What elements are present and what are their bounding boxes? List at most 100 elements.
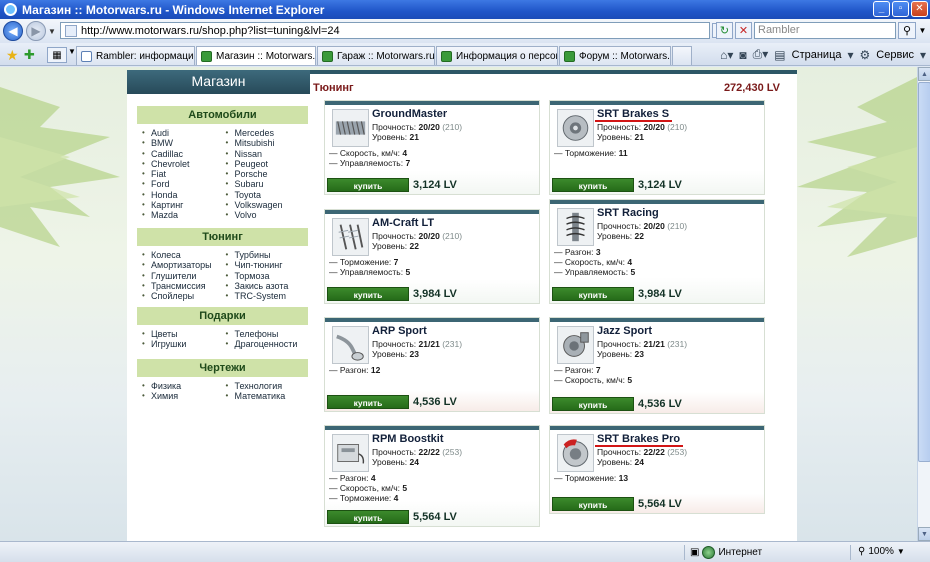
category-link[interactable]: BMW bbox=[141, 138, 225, 149]
category-link[interactable]: Chevrolet bbox=[141, 159, 225, 170]
stat-line: — Торможение: 4 bbox=[329, 493, 399, 504]
buy-button[interactable]: купить bbox=[552, 397, 634, 411]
category-link[interactable]: Toyota bbox=[225, 190, 309, 201]
product-name[interactable]: SRT Racing bbox=[597, 207, 659, 219]
vertical-scrollbar[interactable]: ▲ ▼ bbox=[917, 67, 930, 541]
category-link[interactable]: Mitsubishi bbox=[225, 138, 309, 149]
category-link[interactable]: Технология bbox=[225, 381, 309, 392]
product-name[interactable]: ARP Sport bbox=[372, 325, 427, 337]
product-card-rpm-boostkit: RPM Boostkit Прочность: 22/22 (253) Уров… bbox=[324, 425, 540, 527]
category-link[interactable]: Колеса bbox=[141, 250, 225, 261]
product-durability: Прочность: 20/20 (210) bbox=[597, 221, 688, 231]
product-name[interactable]: AM-Craft LT bbox=[372, 217, 434, 229]
zoom-dropdown-icon[interactable]: ▼ bbox=[897, 547, 905, 556]
page-menu-button[interactable]: Страница bbox=[792, 49, 842, 61]
buy-button[interactable]: купить bbox=[552, 287, 634, 301]
url-input[interactable]: http://www.motorwars.ru/shop.php?list=tu… bbox=[60, 22, 710, 39]
tab-list-dropdown-icon[interactable]: ▼ bbox=[68, 47, 76, 56]
stop-button[interactable]: ✕ bbox=[735, 22, 752, 39]
category-link[interactable]: Чип-тюнинг bbox=[225, 260, 309, 271]
product-price: 5,564 LV bbox=[413, 511, 457, 523]
tools-menu-dropdown-icon[interactable]: ▾ bbox=[920, 48, 926, 62]
product-durability: Прочность: 22/22 (253) bbox=[372, 447, 463, 457]
category-link[interactable]: Химия bbox=[141, 391, 225, 402]
tab-garage[interactable]: Гараж :: Motorwars.ru bbox=[317, 46, 435, 65]
category-link[interactable]: Глушители bbox=[141, 271, 225, 282]
maximize-button[interactable]: ▫ bbox=[892, 1, 909, 17]
refresh-button[interactable]: ↻ bbox=[716, 22, 733, 39]
buy-button[interactable]: купить bbox=[552, 178, 634, 192]
close-window-button[interactable]: ✕ bbox=[911, 1, 928, 17]
category-link[interactable]: Спойлеры bbox=[141, 291, 225, 302]
category-link[interactable]: Audi bbox=[141, 128, 225, 139]
category-link[interactable]: Закись азота bbox=[225, 281, 309, 292]
favorites-star-icon[interactable]: ★ bbox=[6, 47, 19, 64]
product-name[interactable]: SRT Brakes Pro bbox=[594, 433, 684, 447]
category-link[interactable]: Nissan bbox=[225, 149, 309, 160]
tab-forum[interactable]: Форум :: Motorwars.ru bbox=[559, 46, 671, 65]
category-link[interactable]: Трансмиссия bbox=[141, 281, 225, 292]
scroll-thumb[interactable] bbox=[918, 82, 930, 462]
category-link[interactable]: Peugeot bbox=[225, 159, 309, 170]
category-link[interactable]: Volkswagen bbox=[225, 200, 309, 211]
category-link[interactable]: Mercedes bbox=[225, 128, 309, 139]
category-link[interactable]: Физика bbox=[141, 381, 225, 392]
scroll-up-arrow-icon[interactable]: ▲ bbox=[918, 67, 930, 81]
page-menu-dropdown-icon[interactable]: ▾ bbox=[848, 48, 854, 62]
category-link[interactable]: Цветы bbox=[141, 329, 225, 340]
category-link[interactable]: Porsche bbox=[225, 169, 309, 180]
buy-button[interactable]: купить bbox=[327, 395, 409, 409]
category-link[interactable]: Volvo bbox=[225, 210, 309, 221]
category-link[interactable]: Mazda bbox=[141, 210, 225, 221]
buy-button[interactable]: купить bbox=[327, 287, 409, 301]
tools-menu-button[interactable]: Сервис bbox=[876, 49, 914, 61]
product-name[interactable]: Jazz Sport bbox=[597, 325, 652, 337]
product-stats: — Скорость, км/ч: 4 — Управляемость: 7 bbox=[329, 148, 410, 168]
buy-button[interactable]: купить bbox=[327, 510, 409, 524]
tab-character-info[interactable]: Информация о персонаж... bbox=[436, 46, 558, 65]
category-link[interactable]: Subaru bbox=[225, 179, 309, 190]
scroll-down-arrow-icon[interactable]: ▼ bbox=[918, 527, 930, 541]
category-link[interactable]: Тормоза bbox=[225, 271, 309, 282]
search-input[interactable]: Rambler bbox=[754, 22, 896, 39]
quick-tabs-icon[interactable]: ▦ bbox=[47, 47, 67, 63]
product-name[interactable]: RPM Boostkit bbox=[372, 433, 444, 445]
category-col-2: Телефоны Драгоценности bbox=[225, 329, 309, 350]
category-link[interactable]: Honda bbox=[141, 190, 225, 201]
add-favorite-icon[interactable]: ✚ bbox=[24, 47, 35, 63]
category-link[interactable]: Драгоценности bbox=[225, 339, 309, 350]
zoom-control[interactable]: ⚲ 100% ▼ bbox=[858, 546, 905, 557]
zoom-level: 100% bbox=[868, 546, 894, 557]
buy-button[interactable]: купить bbox=[552, 497, 634, 511]
category-link[interactable]: Картинг bbox=[141, 200, 225, 211]
stat-line: — Торможение: 13 bbox=[554, 473, 629, 483]
category-link[interactable]: Ford bbox=[141, 179, 225, 190]
product-level: Уровень: 21 bbox=[597, 132, 644, 142]
tab-rambler[interactable]: Rambler: информационно... bbox=[76, 46, 195, 65]
search-dropdown-icon[interactable]: ▼ bbox=[917, 22, 928, 39]
category-link[interactable]: Турбины bbox=[225, 250, 309, 261]
print-icon[interactable]: ⎙▾ bbox=[753, 47, 769, 62]
category-link[interactable]: Телефоны bbox=[225, 329, 309, 340]
buy-button[interactable]: купить bbox=[327, 178, 409, 192]
category-col-1: Колеса Амортизаторы Глушители Трансмисси… bbox=[141, 250, 225, 302]
tab-shop[interactable]: Магазин :: Motorwars.ru ✕ bbox=[196, 46, 316, 65]
home-icon[interactable]: ⌂▾ bbox=[720, 48, 733, 62]
category-link[interactable]: TRC-System bbox=[225, 291, 309, 302]
status-icons: ▣ Интернет bbox=[690, 546, 762, 559]
minimize-button[interactable]: _ bbox=[873, 1, 890, 17]
new-tab-button[interactable] bbox=[672, 46, 692, 65]
security-zone[interactable]: Интернет bbox=[718, 547, 762, 558]
category-link[interactable]: Fiat bbox=[141, 169, 225, 180]
product-name[interactable]: SRT Brakes S bbox=[594, 108, 673, 122]
product-name[interactable]: GroundMaster bbox=[372, 108, 447, 120]
search-button[interactable]: ⚲ bbox=[898, 22, 916, 39]
feeds-icon[interactable]: ◙ bbox=[739, 48, 746, 62]
history-dropdown-icon[interactable]: ▼ bbox=[46, 27, 58, 36]
category-link[interactable]: Математика bbox=[225, 391, 309, 402]
category-link[interactable]: Игрушки bbox=[141, 339, 225, 350]
back-button[interactable]: ◀ bbox=[3, 21, 23, 41]
category-link[interactable]: Cadillac bbox=[141, 149, 225, 160]
category-link[interactable]: Амортизаторы bbox=[141, 260, 225, 271]
forward-button[interactable]: ▶ bbox=[26, 21, 46, 41]
